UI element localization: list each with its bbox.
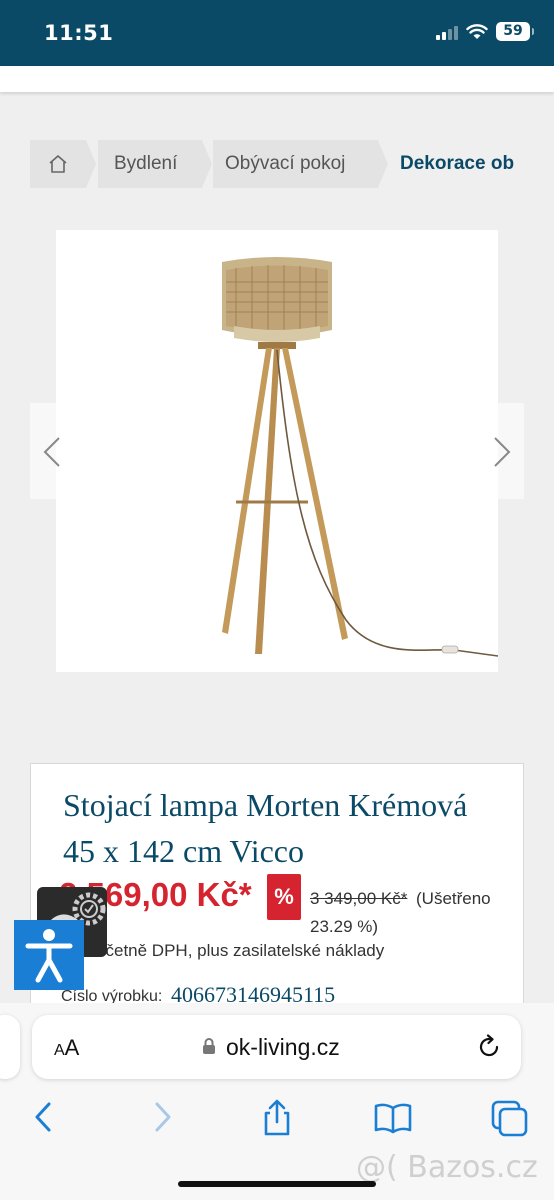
watermark: @( Bazos.cz — [356, 1150, 538, 1185]
accessibility-icon — [25, 929, 73, 983]
back-button[interactable] — [24, 1098, 64, 1138]
chevron-right-icon — [494, 437, 511, 467]
floor-lamp-image — [222, 257, 499, 657]
vat-note: včetně DPH, plus zasilatelské náklady — [97, 941, 385, 960]
address-bar[interactable]: AA ok-living.cz — [32, 1015, 521, 1079]
tabs-button[interactable] — [490, 1098, 530, 1138]
status-time: 11:51 — [44, 21, 114, 45]
bookmarks-button[interactable] — [373, 1098, 413, 1138]
product-image[interactable] — [56, 230, 499, 672]
forward-button[interactable] — [142, 1098, 182, 1138]
book-icon — [374, 1103, 412, 1134]
status-icons: 59 — [436, 22, 534, 41]
savings-percent: 23.29 %) — [310, 917, 379, 936]
product-title: Stojací lampa Morten Krémová 45 x 142 cm… — [63, 787, 468, 869]
lock-icon — [203, 1038, 215, 1054]
battery-icon: 59 — [496, 22, 534, 41]
url-text[interactable]: ok-living.cz — [226, 1034, 340, 1061]
site-header — [0, 66, 554, 92]
reload-icon[interactable] — [476, 1034, 502, 1060]
gallery-next-button[interactable] — [480, 403, 524, 499]
chevron-left-icon — [43, 437, 60, 467]
breadcrumb-current[interactable]: Dekorace ob — [400, 140, 514, 188]
reader-aa-button[interactable]: AA — [54, 1035, 79, 1061]
breadcrumb: Bydlení Obývací pokoj Dekorace ob — [30, 140, 524, 188]
breadcrumb-item-bydleni[interactable]: Bydlení — [98, 140, 212, 188]
home-indicator — [178, 1181, 376, 1187]
home-icon — [49, 155, 67, 173]
tabs-icon — [491, 1100, 528, 1137]
share-button[interactable] — [257, 1098, 297, 1138]
discount-badge: % — [267, 874, 301, 920]
accessibility-button[interactable] — [14, 920, 84, 990]
gallery-prev-button[interactable] — [30, 403, 74, 499]
status-bar: 11:51 59 — [0, 0, 554, 66]
chevron-right-icon — [155, 1102, 171, 1132]
breadcrumb-item-obyvaci-pokoj[interactable]: Obývací pokoj — [213, 140, 388, 188]
share-icon — [264, 1099, 290, 1136]
original-price: 3 349,00 Kč* — [310, 889, 408, 908]
wifi-icon — [466, 23, 488, 39]
previous-tab-peek[interactable] — [0, 1015, 20, 1079]
breadcrumb-home[interactable] — [30, 140, 96, 188]
cellular-signal-icon — [436, 24, 458, 40]
chevron-left-icon — [35, 1102, 51, 1132]
savings-text: (Ušetřeno — [416, 889, 491, 908]
